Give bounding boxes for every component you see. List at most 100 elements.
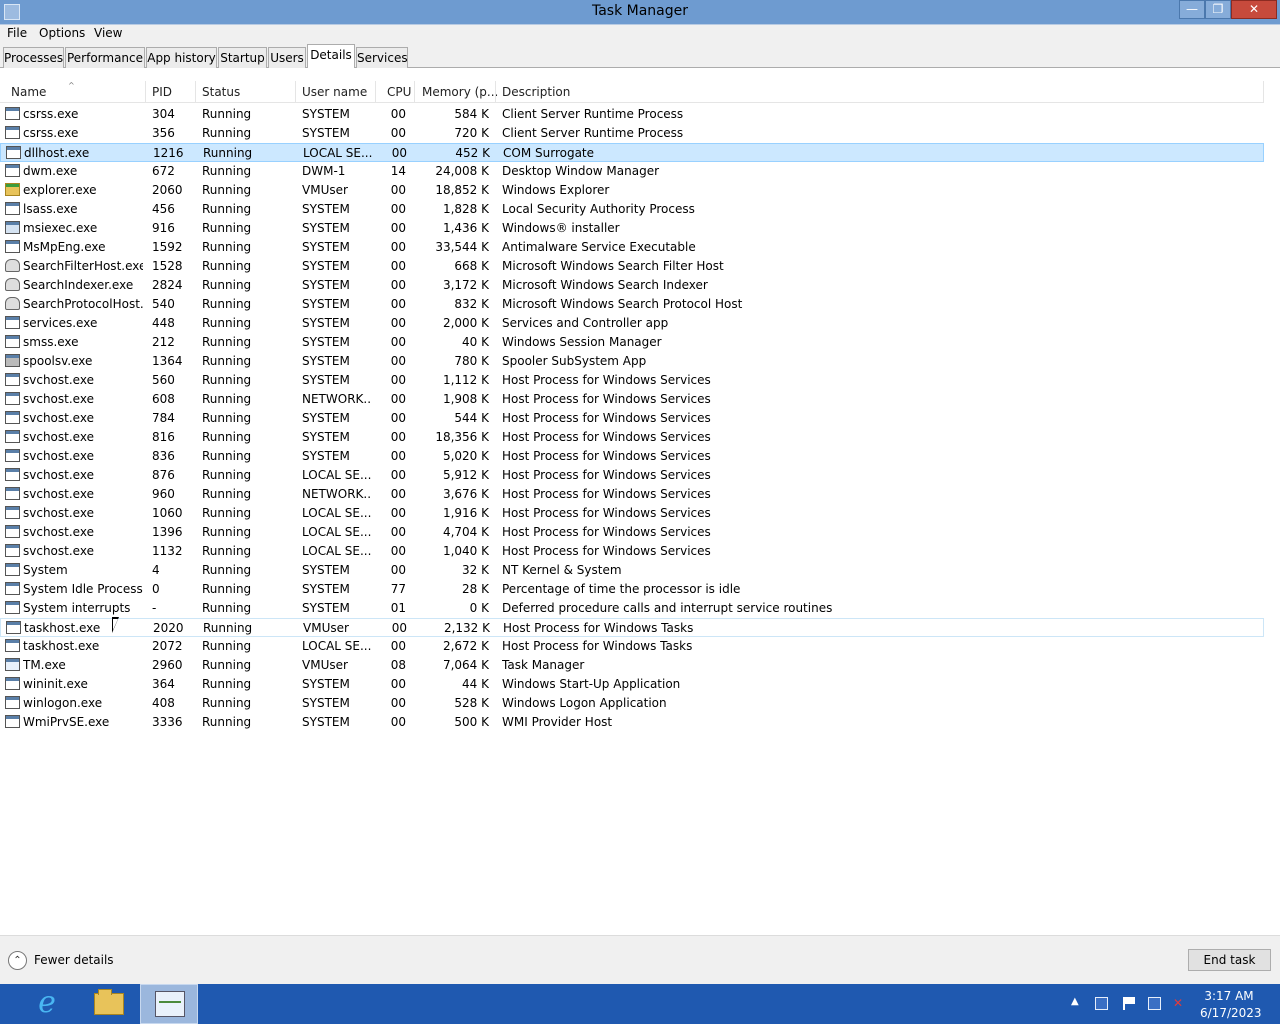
process-name: svchost.exe [23,392,94,406]
table-row[interactable]: csrss.exe 304 Running SYSTEM 00 584 K Client S… [0,105,1264,124]
table-row[interactable]: svchost.exe 784 Running SYSTEM 00 544 K Host P… [0,409,1264,428]
vertical-scroll-gutter[interactable] [1264,81,1280,935]
clock-time[interactable]: 3:17 AM [1200,989,1258,1003]
process-user-name: SYSTEM [302,582,350,596]
process-user-name: SYSTEM [302,411,350,425]
process-description: Microsoft Windows Search Protocol Host [502,297,743,311]
table-row[interactable]: smss.exe 212 Running SYSTEM 00 40 K Windows Se… [0,333,1264,352]
table-row[interactable]: explorer.exe 2060 Running VMUser 00 18,852 K W… [0,181,1264,200]
column-header-name[interactable]: Name [11,85,46,99]
table-row[interactable]: SearchProtocolHost.... 540 Running SYSTEM 00… [0,295,1264,314]
action-center-flag-icon[interactable] [1123,997,1136,1010]
tab-performance[interactable]: Performance [65,47,145,68]
table-row[interactable]: csrss.exe 356 Running SYSTEM 00 720 K Client S… [0,124,1264,143]
table-row[interactable]: svchost.exe 608 Running NETWORK... 00 1,908 K… [0,390,1264,409]
minimize-button[interactable]: — [1179,0,1205,19]
process-description: Host Process for Windows Services [502,430,711,444]
table-row[interactable]: System Idle Process 0 Running SYSTEM 77 28 K P… [0,580,1264,599]
column-header-memory[interactable]: Memory (p... [422,85,498,99]
column-header-user-name[interactable]: User name [302,85,367,99]
process-status: Running [202,582,252,596]
tab-startup[interactable]: Startup [218,47,267,68]
process-user-name: VMUser [302,658,348,672]
table-row[interactable]: svchost.exe 876 Running LOCAL SE... 00 5,912 … [0,466,1264,485]
process-user-name: SYSTEM [302,601,350,615]
table-row[interactable]: SearchIndexer.exe 2824 Running SYSTEM 00 3,17… [0,276,1264,295]
process-status: Running [202,506,252,520]
person-icon [5,278,20,291]
column-header-status[interactable]: Status [202,85,240,99]
column-divider[interactable] [495,81,496,103]
tab-users[interactable]: Users [268,47,306,68]
table-row[interactable]: msiexec.exe 916 Running SYSTEM 00 1,436 K Wind… [0,219,1264,238]
process-details-list[interactable]: ^ Name PID Status User name CPU Memory (… [0,68,1280,935]
table-row[interactable]: svchost.exe 1396 Running LOCAL SE... 00 4,704… [0,523,1264,542]
table-row[interactable]: TM.exe 2960 Running VMUser 08 7,064 K Task Man… [0,656,1264,675]
process-status: Running [203,621,253,635]
fewer-details-link[interactable]: Fewer details [34,953,114,967]
column-header-pid[interactable]: PID [152,85,172,99]
tray-app-icon[interactable] [1095,997,1108,1010]
table-row[interactable]: WmiPrvSE.exe 3336 Running SYSTEM 00 500 K WMI … [0,713,1264,732]
collapse-chevron-icon[interactable]: ⌃ [8,951,27,970]
table-row[interactable]: svchost.exe 1132 Running LOCAL SE... 00 1,040… [0,542,1264,561]
process-user-name: SYSTEM [302,240,350,254]
menu-file[interactable]: File [7,26,27,40]
process-memory: 720 K [454,126,489,140]
table-row[interactable]: dllhost.exe 1216 Running LOCAL SE... 00 452 K… [0,143,1264,162]
table-row[interactable]: dwm.exe 672 Running DWM-1 14 24,008 K Desktop … [0,162,1264,181]
table-row[interactable]: SearchFilterHost.exe 1528 Running SYSTEM 00 6… [0,257,1264,276]
process-user-name: VMUser [303,621,349,635]
clock-date[interactable]: 6/17/2023 [1200,1006,1262,1020]
app-window-icon [5,164,20,177]
table-row[interactable]: svchost.exe 816 Running SYSTEM 00 18,356 K Hos… [0,428,1264,447]
table-row[interactable]: taskhost.exe 2072 Running LOCAL SE... 00 2,67… [0,637,1264,656]
table-row[interactable]: wininit.exe 364 Running SYSTEM 00 44 K Windows… [0,675,1264,694]
table-row[interactable]: svchost.exe 836 Running SYSTEM 00 5,020 K Host… [0,447,1264,466]
tab-services[interactable]: Services [356,47,408,68]
process-pid: 448 [152,316,175,330]
app-window-icon [6,621,21,634]
tab-app-history[interactable]: App history [146,47,217,68]
column-divider[interactable] [145,81,146,103]
column-header-description[interactable]: Description [502,85,570,99]
process-description: Windows® installer [502,221,620,235]
close-button[interactable]: ✕ [1231,0,1277,19]
column-divider[interactable] [414,81,415,103]
column-divider[interactable] [375,81,376,103]
process-user-name: SYSTEM [302,259,350,273]
volume-muted-icon[interactable]: ✕ [1173,997,1186,1010]
column-divider[interactable] [295,81,296,103]
show-hidden-icons-icon[interactable]: ▲ [1071,996,1079,1007]
table-row[interactable]: MsMpEng.exe 1592 Running SYSTEM 00 33,544 K An… [0,238,1264,257]
process-cpu: 00 [390,259,406,273]
table-row[interactable]: svchost.exe 1060 Running LOCAL SE... 00 1,916… [0,504,1264,523]
column-divider[interactable] [195,81,196,103]
table-row[interactable]: taskhost.exe 2020 Running VMUser 00 2,132 K Ho… [0,618,1264,637]
end-task-button[interactable]: End task [1188,949,1271,971]
menu-options[interactable]: Options [39,26,85,40]
network-icon[interactable] [1148,997,1161,1010]
table-row[interactable]: spoolsv.exe 1364 Running SYSTEM 00 780 K Spool… [0,352,1264,371]
column-header-row: ^ Name PID Status User name CPU Memory (… [0,81,1264,103]
table-row[interactable]: lsass.exe 456 Running SYSTEM 00 1,828 K Local … [0,200,1264,219]
process-name: svchost.exe [23,430,94,444]
process-pid: 0 [152,582,160,596]
column-header-cpu[interactable]: CPU [387,85,411,99]
tab-processes[interactable]: Processes [3,47,64,68]
table-row[interactable]: svchost.exe 560 Running SYSTEM 00 1,112 K Host… [0,371,1264,390]
table-row[interactable]: System interrupts - Running SYSTEM 01 0 K Defe… [0,599,1264,618]
tab-details[interactable]: Details [307,44,355,69]
process-user-name: LOCAL SE... [302,544,372,558]
title-bar[interactable]: Task Manager — ❐ ✕ [0,0,1280,24]
table-row[interactable]: svchost.exe 960 Running NETWORK... 00 3,676 K… [0,485,1264,504]
maximize-button[interactable]: ❐ [1205,0,1231,19]
process-memory: 1,916 K [442,506,489,520]
process-status: Running [202,563,252,577]
table-row[interactable]: services.exe 448 Running SYSTEM 00 2,000 K Ser… [0,314,1264,333]
table-row[interactable]: winlogon.exe 408 Running SYSTEM 00 528 K Windo… [0,694,1264,713]
process-cpu: 00 [390,373,406,387]
menu-view[interactable]: View [94,26,122,40]
installer-icon [5,221,20,234]
table-row[interactable]: System 4 Running SYSTEM 00 32 K NT Kernel & Sy… [0,561,1264,580]
